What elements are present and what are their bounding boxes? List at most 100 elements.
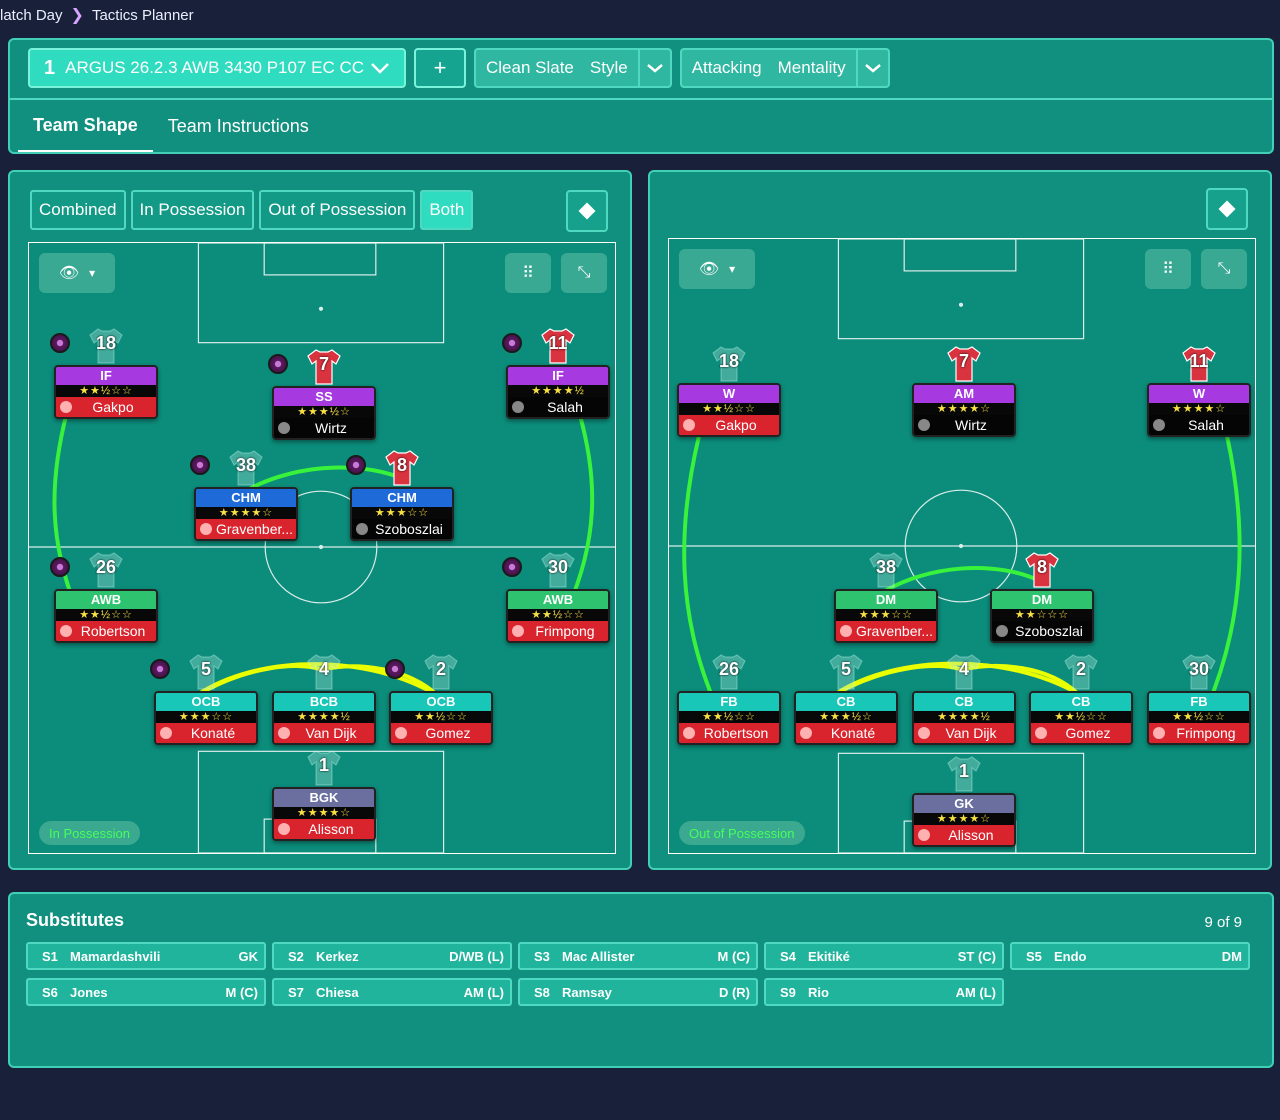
shirt-icon: 8: [1022, 549, 1062, 589]
substitute-item[interactable]: S4 Ekitiké ST (C): [764, 942, 1004, 970]
player-name: Konaté: [830, 725, 876, 741]
player-info: CB ★★★★½ Van Dijk: [912, 691, 1016, 745]
role-label: FB: [1149, 693, 1249, 711]
player-name: Robertson: [703, 725, 769, 741]
player-card[interactable]: 38 CHM ★★★★☆ Gravenber...: [190, 450, 298, 541]
player-card[interactable]: 5 CB ★★★½☆ Konaté: [794, 654, 898, 745]
tab-team-instructions[interactable]: Team Instructions: [153, 100, 324, 152]
person-icon: [918, 829, 930, 841]
grid-icon[interactable]: ⠿: [1145, 249, 1191, 289]
star-rating: ★★★★☆: [914, 813, 1014, 825]
shirt-icon: 11: [538, 325, 578, 365]
diamond-icon[interactable]: [1206, 188, 1248, 230]
player-card[interactable]: 18 W ★★½☆☆ Gakpo: [677, 346, 781, 437]
star-rating: ★★½☆☆: [1031, 711, 1131, 723]
player-info: CHM ★★★★☆ Gravenber...: [194, 487, 298, 541]
player-card[interactable]: 5 OCB ★★★☆☆ Konaté: [150, 654, 258, 745]
substitute-item[interactable]: S2 Kerkez D/WB (L): [272, 942, 512, 970]
player-name: Gomez: [425, 725, 471, 741]
player-card[interactable]: 8 CHM ★★★☆☆ Szoboszlai: [346, 450, 454, 541]
medal-icon: [385, 659, 405, 679]
player-info: CB ★★★½☆ Konaté: [794, 691, 898, 745]
player-name: Salah: [547, 399, 583, 415]
player-card[interactable]: 18 IF ★★½☆☆ Gakpo: [50, 328, 158, 419]
player-card[interactable]: 4 BCB ★★★★½ Van Dijk: [272, 654, 376, 745]
player-card[interactable]: 38 DM ★★★☆☆ Gravenber...: [834, 552, 938, 643]
player-card[interactable]: 4 CB ★★★★½ Van Dijk: [912, 654, 1016, 745]
breadcrumb-root[interactable]: latch Day: [0, 7, 63, 24]
role-label: BGK: [274, 789, 374, 807]
person-icon: [918, 419, 930, 431]
mode-in-possession[interactable]: In Possession: [130, 190, 255, 230]
shirt-number: 30: [547, 557, 569, 577]
mentality-dropdown[interactable]: Attacking Mentality: [679, 48, 890, 88]
player-card[interactable]: 30 FB ★★½☆☆ Frimpong: [1147, 654, 1251, 745]
player-info: CHM ★★★☆☆ Szoboszlai: [350, 487, 454, 541]
player-card[interactable]: 2 CB ★★½☆☆ Gomez: [1029, 654, 1133, 745]
shirt-icon: 18: [709, 343, 749, 383]
grid-icon[interactable]: ⠿: [505, 253, 551, 293]
substitute-item[interactable]: S8 Ramsay D (R): [518, 978, 758, 1006]
player-info: CB ★★½☆☆ Gomez: [1029, 691, 1133, 745]
player-card[interactable]: 11 IF ★★★★½ Salah: [502, 328, 610, 419]
player-name: Van Dijk: [945, 725, 997, 741]
player-card[interactable]: 7 AM ★★★★☆ Wirtz: [912, 346, 1016, 437]
substitute-item[interactable]: S3 Mac Allister M (C): [518, 942, 758, 970]
medal-icon: [50, 557, 70, 577]
sub-name: Ekitiké: [808, 948, 850, 964]
medal-icon: [502, 557, 522, 577]
substitute-item[interactable]: S9 Rio AM (L): [764, 978, 1004, 1006]
player-card[interactable]: 2 OCB ★★½☆☆ Gomez: [385, 654, 493, 745]
substitutes-panel: Substitutes 9 of 9 S1 Mamardashvili GK S2 Ke…: [8, 892, 1274, 1068]
shirt-icon: 30: [538, 549, 578, 589]
chevron-down-icon[interactable]: [855, 50, 888, 86]
player-card[interactable]: 8 DM ★★☆☆☆ Szoboszlai: [990, 552, 1094, 643]
shirt-icon: 2: [1061, 651, 1101, 691]
player-name-row: Gravenber...: [836, 621, 936, 641]
player-info: IF ★★½☆☆ Gakpo: [54, 365, 158, 419]
mode-out-of-possession[interactable]: Out of Possession: [259, 190, 416, 230]
expand-icon[interactable]: ⤡: [1201, 249, 1247, 289]
star-rating: ★★★½☆: [796, 711, 896, 723]
role-label: SS: [274, 388, 374, 406]
chevron-down-icon[interactable]: [637, 50, 670, 86]
player-info: FB ★★½☆☆ Frimpong: [1147, 691, 1251, 745]
visibility-toggle[interactable]: 👁 ▾: [39, 253, 115, 293]
player-card[interactable]: 30 AWB ★★½☆☆ Frimpong: [502, 552, 610, 643]
mode-combined[interactable]: Combined: [30, 190, 126, 230]
substitute-item[interactable]: S6 Jones M (C): [26, 978, 266, 1006]
player-name-row: Alisson: [914, 825, 1014, 845]
substitute-item[interactable]: S5 Endo DM: [1010, 942, 1250, 970]
add-tactic-button[interactable]: +: [414, 48, 466, 88]
mentality-value: Attacking: [691, 58, 762, 77]
sub-code: S3: [534, 948, 550, 964]
sub-name: Mac Allister: [562, 948, 635, 964]
expand-icon[interactable]: ⤡: [561, 253, 607, 293]
visibility-toggle[interactable]: 👁 ▾: [679, 249, 755, 289]
tactic-selector[interactable]: 1 ARGUS 26.2.3 AWB 3430 P107 EC CC: [28, 48, 406, 88]
player-card[interactable]: 26 FB ★★½☆☆ Robertson: [677, 654, 781, 745]
medal-icon: [268, 354, 288, 374]
player-name-row: Wirtz: [914, 415, 1014, 435]
player-card[interactable]: 7 SS ★★★½☆ Wirtz: [268, 349, 376, 440]
player-name: Gakpo: [92, 399, 134, 415]
diamond-icon[interactable]: [566, 190, 608, 232]
role-label: FB: [679, 693, 779, 711]
tab-team-shape[interactable]: Team Shape: [18, 100, 153, 152]
role-label: DM: [836, 591, 936, 609]
substitute-item[interactable]: S1 Mamardashvili GK: [26, 942, 266, 970]
person-icon: [1035, 727, 1047, 739]
shirt-number: 38: [235, 455, 257, 475]
player-name: Salah: [1188, 417, 1224, 433]
player-card[interactable]: 26 AWB ★★½☆☆ Robertson: [50, 552, 158, 643]
player-card[interactable]: 1 BGK ★★★★☆ Alisson: [272, 750, 376, 841]
shirt-number: 18: [95, 333, 117, 353]
person-icon: [60, 401, 72, 413]
player-card[interactable]: 1 GK ★★★★☆ Alisson: [912, 756, 1016, 847]
substitute-item[interactable]: S7 Chiesa AM (L): [272, 978, 512, 1006]
player-card[interactable]: 11 W ★★★★☆ Salah: [1147, 346, 1251, 437]
tactic-name: ARGUS 26.2.3 AWB 3430 P107 EC CC: [65, 58, 365, 77]
style-dropdown[interactable]: Clean Slate Style: [474, 48, 672, 88]
sub-position: M (C): [225, 984, 259, 1000]
mode-both[interactable]: Both: [420, 190, 474, 230]
